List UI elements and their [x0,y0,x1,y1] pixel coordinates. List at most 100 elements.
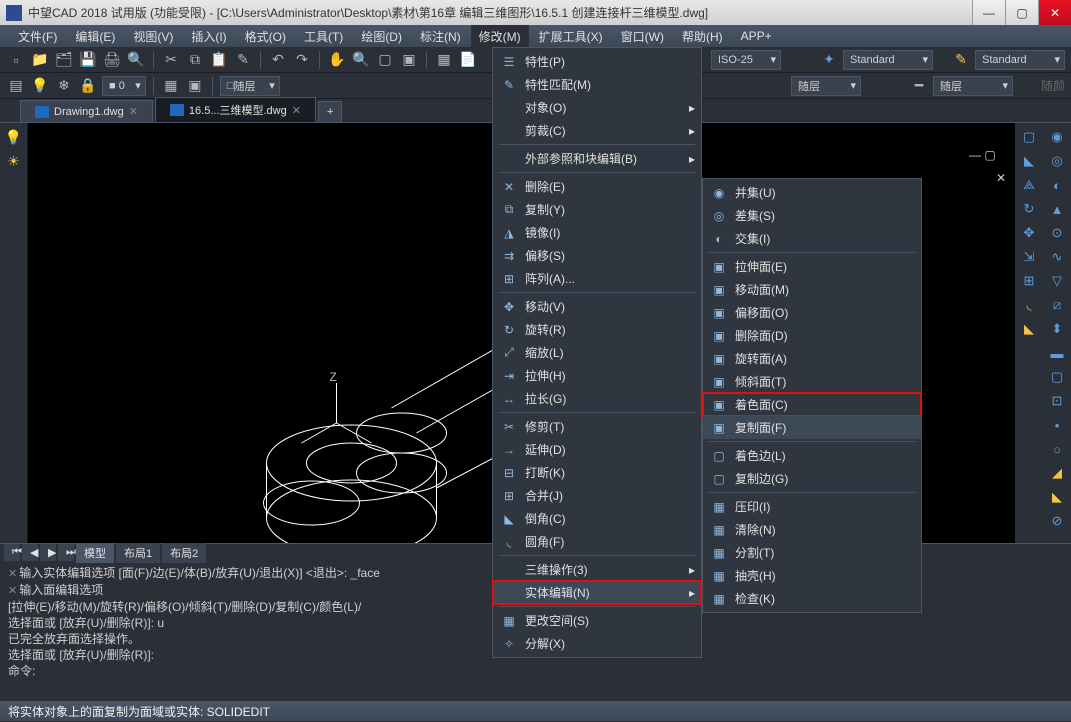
menu-5[interactable]: 工具(T) [296,25,351,48]
sheet-icon[interactable]: 📄 [458,50,478,70]
iso-combo[interactable]: ISO-25 [711,50,781,70]
solidedit-item-2[interactable]: ◐交集(I) [703,227,921,250]
modify-item-2[interactable]: 对象(O)▸ [493,96,701,119]
fillet3d-icon[interactable]: ◟ [1019,295,1039,315]
point-icon[interactable]: • [1047,415,1067,435]
menu-0[interactable]: 文件(F) [10,25,65,48]
menu-6[interactable]: 绘图(D) [353,25,410,48]
menu-10[interactable]: 窗口(W) [613,25,672,48]
prev-tab-icon[interactable]: ◀ [22,544,38,561]
sweep-icon[interactable]: ∿ [1047,247,1067,267]
linetype-combo[interactable]: 随层 [791,76,861,96]
lineweight-icon[interactable]: ━ [909,76,929,96]
tab-layout2[interactable]: 布局2 [162,543,206,563]
subtract-icon[interactable]: ◎ [1047,151,1067,171]
array3d-icon[interactable]: ⊞ [1019,271,1039,291]
modify-item-5[interactable]: 外部参照和块编辑(B)▸ [493,147,701,170]
close-tab-icon[interactable]: ✕ [292,104,301,117]
modify-item-15[interactable]: ⤢缩放(L) [493,341,701,364]
lineweight-combo[interactable]: 随层 [933,76,1013,96]
save-icon[interactable]: 💾 [78,50,98,70]
modify-item-29[interactable]: ▦更改空间(S) [493,609,701,632]
modify-item-0[interactable]: ☰特性(P) [493,50,701,73]
shell-icon[interactable]: ▢ [1047,367,1067,387]
first-tab-icon[interactable]: ⏮ [4,544,20,561]
more-icon[interactable]: ⊡ [1047,391,1067,411]
solidedit-item-16[interactable]: ▦压印(I) [703,495,921,518]
redo-icon[interactable]: ↷ [292,50,312,70]
lock-icon[interactable]: 🔒 [78,76,98,96]
modify-item-8[interactable]: ⧉复制(Y) [493,198,701,221]
modify-item-3[interactable]: 剪裁(C)▸ [493,119,701,142]
multi-folder-icon[interactable]: 🗂 [54,50,74,70]
pan-icon[interactable]: ✋ [327,50,347,70]
modify-item-7[interactable]: ✕删除(E) [493,175,701,198]
panel-min-icons[interactable]: — ▢ [969,148,1009,162]
next-tab-icon[interactable]: ▶ [40,544,56,561]
solidedit-item-17[interactable]: ▦清除(N) [703,518,921,541]
new-tab-button[interactable]: + [318,101,342,122]
copy-icon[interactable]: ⧉ [185,50,205,70]
modify-item-20[interactable]: →延伸(D) [493,438,701,461]
revolve-icon[interactable]: ⊙ [1047,223,1067,243]
modify-item-17[interactable]: ↔拉长(G) [493,387,701,410]
solidedit-item-0[interactable]: ◉并集(U) [703,181,921,204]
style-icon[interactable]: ✦ [819,50,839,70]
menu-12[interactable]: APP+ [733,26,780,46]
minimize-button[interactable]: — [972,0,1005,25]
undo-icon[interactable]: ↶ [268,50,288,70]
modify-item-11[interactable]: ⊞阵列(A)... [493,267,701,290]
solidedit-item-4[interactable]: ▣拉伸面(E) [703,255,921,278]
wedge-icon[interactable]: ◣ [1019,151,1039,171]
preview-icon[interactable]: 🔍 [126,50,146,70]
tab-layout1[interactable]: 布局1 [116,543,160,563]
modify-item-13[interactable]: ✥移动(V) [493,295,701,318]
panel-close-icon[interactable]: ✕ [993,170,1009,186]
grid-icon[interactable]: ▦ [434,50,454,70]
modify-item-24[interactable]: ◟圆角(F) [493,530,701,553]
dimstyle-icon[interactable]: ✎ [951,50,971,70]
doc-tab-1[interactable]: 16.5...三维模型.dwg✕ [155,97,316,122]
box-icon[interactable]: ▢ [375,50,395,70]
close-tab-icon[interactable]: ✕ [129,105,138,118]
zoom-icon[interactable]: 🔍 [351,50,371,70]
modify-item-22[interactable]: ⊞合并(J) [493,484,701,507]
solidedit-item-5[interactable]: ▣移动面(M) [703,278,921,301]
solidedit-item-10[interactable]: ▣着色面(C) [703,393,921,416]
sun-icon[interactable]: ☀ [4,151,24,171]
extrude-icon[interactable]: ▲ [1047,199,1067,219]
bulb-icon[interactable]: 💡 [30,76,50,96]
menu-11[interactable]: 帮助(H) [674,25,731,48]
solidedit-item-14[interactable]: ▢复制边(G) [703,467,921,490]
solidedit-item-8[interactable]: ▣旋转面(A) [703,347,921,370]
box3d-icon[interactable]: ▢ [1019,127,1039,147]
circle-icon[interactable]: ○ [1047,439,1067,459]
intersect-icon[interactable]: ◐ [1047,175,1067,195]
modify-item-16[interactable]: ⇥拉伸(H) [493,364,701,387]
maximize-button[interactable]: ▢ [1005,0,1038,25]
chamfer3d-icon[interactable]: ◣ [1019,319,1039,339]
slice-icon[interactable]: ⧄ [1047,295,1067,315]
text-style-combo[interactable]: Standard [843,50,933,70]
folder-icon[interactable]: 📁 [30,50,50,70]
close-button[interactable]: ✕ [1038,0,1071,25]
modify-item-19[interactable]: ✂修剪(T) [493,415,701,438]
solidedit-item-1[interactable]: ◎差集(S) [703,204,921,227]
new-icon[interactable]: ▫ [6,50,26,70]
cut-icon[interactable]: ✂ [161,50,181,70]
align3d-icon[interactable]: ⇲ [1019,247,1039,267]
modify-item-21[interactable]: ⊟打断(K) [493,461,701,484]
menu-9[interactable]: 扩展工具(X) [531,25,611,48]
freeze-icon[interactable]: ❄ [54,76,74,96]
paste-icon[interactable]: 📋 [209,50,229,70]
layer-icon[interactable]: ▤ [6,76,26,96]
dim-style-combo[interactable]: Standard [975,50,1065,70]
tab-model[interactable]: 模型 [76,543,114,563]
last-tab-icon[interactable]: ⏭ [58,544,74,561]
solidedit-item-13[interactable]: ▢着色边(L) [703,444,921,467]
modify-item-30[interactable]: ✧分解(X) [493,632,701,655]
menu-4[interactable]: 格式(O) [237,25,294,48]
mirror3d-icon[interactable]: ⟁ [1019,175,1039,195]
menu-7[interactable]: 标注(N) [412,25,469,48]
match-icon[interactable]: ✎ [233,50,253,70]
